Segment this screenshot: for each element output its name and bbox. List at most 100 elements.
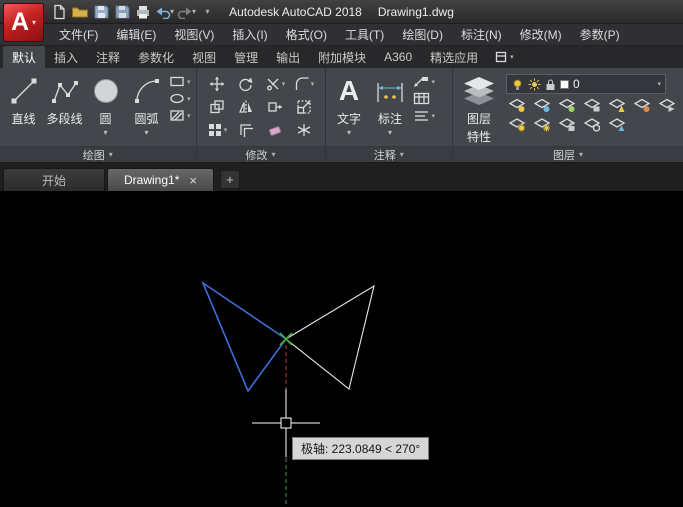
text-style-button[interactable]: ▾ bbox=[413, 109, 436, 122]
move-icon bbox=[209, 76, 225, 92]
array-button[interactable]: ▾ bbox=[205, 120, 230, 140]
tab-annotate[interactable]: 注释 bbox=[87, 46, 129, 68]
undo-button[interactable]: ▾ bbox=[155, 2, 174, 22]
tab-home[interactable]: 默认 bbox=[3, 46, 45, 68]
circle-button[interactable]: 圆 ▾ bbox=[85, 71, 126, 146]
tab-insert[interactable]: 插入 bbox=[45, 46, 87, 68]
tab-featured-apps[interactable]: 精选应用 bbox=[421, 46, 487, 68]
drawing-canvas[interactable]: 极轴: 223.0849 < 270° bbox=[0, 191, 683, 507]
layer-walk-button[interactable] bbox=[583, 116, 601, 132]
ribbon-tab-bar: 默认 插入 注释 参数化 视图 管理 输出 附加模块 A360 精选应用 ▾ bbox=[0, 46, 683, 68]
chevron-down-icon: ▾ bbox=[432, 78, 436, 86]
layer-on-button[interactable] bbox=[508, 116, 526, 132]
annotation-panel-footer[interactable]: 注释 ▾ bbox=[326, 146, 452, 162]
layer-previous-button[interactable] bbox=[658, 97, 676, 113]
layer-dropdown[interactable]: 0 ▾ bbox=[506, 74, 666, 94]
dimension-button[interactable]: 标注 ▾ bbox=[370, 71, 411, 146]
layers-panel-footer[interactable]: 图层 ▾ bbox=[453, 146, 683, 162]
text-flyout-icon[interactable]: ▾ bbox=[347, 128, 351, 137]
draw-panel-footer[interactable]: 绘图 ▾ bbox=[0, 146, 196, 162]
menu-draw[interactable]: 绘图(D) bbox=[393, 24, 452, 45]
menu-tools[interactable]: 工具(T) bbox=[336, 24, 393, 45]
layer-properties-button[interactable]: 图层 特性 bbox=[456, 71, 502, 146]
ribbon-options-button[interactable]: ▾ bbox=[487, 46, 522, 68]
tab-view[interactable]: 视图 bbox=[183, 46, 225, 68]
copy-button[interactable] bbox=[205, 97, 230, 117]
erase-button[interactable] bbox=[263, 120, 288, 140]
arc-button[interactable]: 圆弧 ▾ bbox=[126, 71, 167, 146]
line-label: 直线 bbox=[11, 110, 35, 127]
layer-thaw-button[interactable] bbox=[533, 116, 551, 132]
application-menu-button[interactable]: A ▾ bbox=[3, 3, 44, 42]
new-file-button[interactable] bbox=[50, 2, 68, 22]
tab-output[interactable]: 输出 bbox=[267, 46, 309, 68]
plot-button[interactable] bbox=[134, 2, 152, 22]
trim-button[interactable]: ▾ bbox=[263, 74, 288, 94]
titlebar: ▾ ▾ ▾ Autodesk AutoCAD 2018 Drawing1.dwg bbox=[0, 0, 683, 24]
menu-view[interactable]: 视图(V) bbox=[165, 24, 223, 45]
layer-tools-row-1 bbox=[506, 97, 676, 113]
text-button[interactable]: A 文字 ▾ bbox=[329, 71, 370, 146]
explode-button[interactable] bbox=[292, 120, 317, 140]
arc-flyout-icon[interactable]: ▾ bbox=[144, 128, 148, 137]
current-layer-name: 0 bbox=[573, 77, 580, 91]
fillet-button[interactable]: ▾ bbox=[292, 74, 317, 94]
leader-button[interactable]: ▾ bbox=[413, 75, 436, 88]
offset-button[interactable] bbox=[234, 120, 259, 140]
copy-icon bbox=[209, 99, 225, 115]
layer-make-current-button[interactable] bbox=[608, 97, 626, 113]
stretch-button[interactable] bbox=[263, 97, 288, 117]
table-button[interactable] bbox=[413, 92, 436, 105]
modify-tools-grid: ▾ ▾ ▾ bbox=[200, 71, 322, 146]
tab-manage[interactable]: 管理 bbox=[225, 46, 267, 68]
menu-parametric[interactable]: 参数(P) bbox=[571, 24, 629, 45]
hatch-button[interactable]: ▾ bbox=[169, 109, 191, 122]
right-triangle[interactable] bbox=[286, 286, 374, 389]
chevron-down-icon: ▾ bbox=[187, 95, 191, 103]
menu-format[interactable]: 格式(O) bbox=[277, 24, 336, 45]
layer-lock-button[interactable] bbox=[583, 97, 601, 113]
fillet-icon bbox=[294, 76, 310, 92]
start-tab[interactable]: 开始 bbox=[3, 168, 105, 191]
close-tab-icon[interactable]: × bbox=[189, 173, 197, 188]
ellipse-button[interactable]: ▾ bbox=[169, 92, 191, 105]
save-button[interactable] bbox=[92, 2, 110, 22]
layer-off-button[interactable] bbox=[508, 97, 526, 113]
tab-a360[interactable]: A360 bbox=[375, 46, 421, 68]
circle-flyout-icon[interactable]: ▾ bbox=[103, 128, 107, 137]
qat-customize-button[interactable]: ▾ bbox=[199, 2, 217, 22]
redo-dropdown-icon[interactable]: ▾ bbox=[192, 7, 196, 16]
scale-button[interactable] bbox=[292, 97, 317, 117]
layer-merge-button[interactable] bbox=[608, 116, 626, 132]
open-file-button[interactable] bbox=[71, 2, 89, 22]
menu-dimension[interactable]: 标注(N) bbox=[452, 24, 511, 45]
mirror-button[interactable] bbox=[234, 97, 259, 117]
menu-file[interactable]: 文件(F) bbox=[50, 24, 107, 45]
layer-match-button[interactable] bbox=[633, 97, 651, 113]
rectangle-icon bbox=[169, 75, 185, 88]
undo-dropdown-icon[interactable]: ▾ bbox=[170, 7, 174, 16]
redo-button[interactable]: ▾ bbox=[177, 2, 196, 22]
layer-unlock-button[interactable] bbox=[558, 116, 576, 132]
layer-freeze-button[interactable] bbox=[558, 97, 576, 113]
move-button[interactable] bbox=[205, 74, 230, 94]
save-as-button[interactable] bbox=[113, 2, 131, 22]
rotate-button[interactable] bbox=[234, 74, 259, 94]
new-drawing-tab-button[interactable]: + bbox=[220, 170, 240, 189]
menu-modify[interactable]: 修改(M) bbox=[511, 24, 571, 45]
drawing1-tab[interactable]: Drawing1* × bbox=[107, 168, 214, 191]
polyline-button[interactable]: 多段线 bbox=[44, 71, 85, 146]
layer-dropdown-arrow-icon[interactable]: ▾ bbox=[657, 80, 661, 88]
dimension-flyout-icon[interactable]: ▾ bbox=[388, 128, 392, 137]
line-button[interactable]: 直线 bbox=[3, 71, 44, 146]
left-triangle-selected[interactable] bbox=[203, 283, 286, 391]
menu-insert[interactable]: 插入(I) bbox=[223, 24, 276, 45]
line-icon bbox=[9, 76, 39, 106]
rectangle-button[interactable]: ▾ bbox=[169, 75, 191, 88]
menu-edit[interactable]: 编辑(E) bbox=[107, 24, 165, 45]
layer-isolate-button[interactable] bbox=[533, 97, 551, 113]
tab-addins[interactable]: 附加模块 bbox=[309, 46, 375, 68]
tab-parametric[interactable]: 参数化 bbox=[129, 46, 183, 68]
chevron-down-icon: ▾ bbox=[224, 126, 228, 134]
modify-panel-footer[interactable]: 修改 ▾ bbox=[197, 146, 325, 162]
